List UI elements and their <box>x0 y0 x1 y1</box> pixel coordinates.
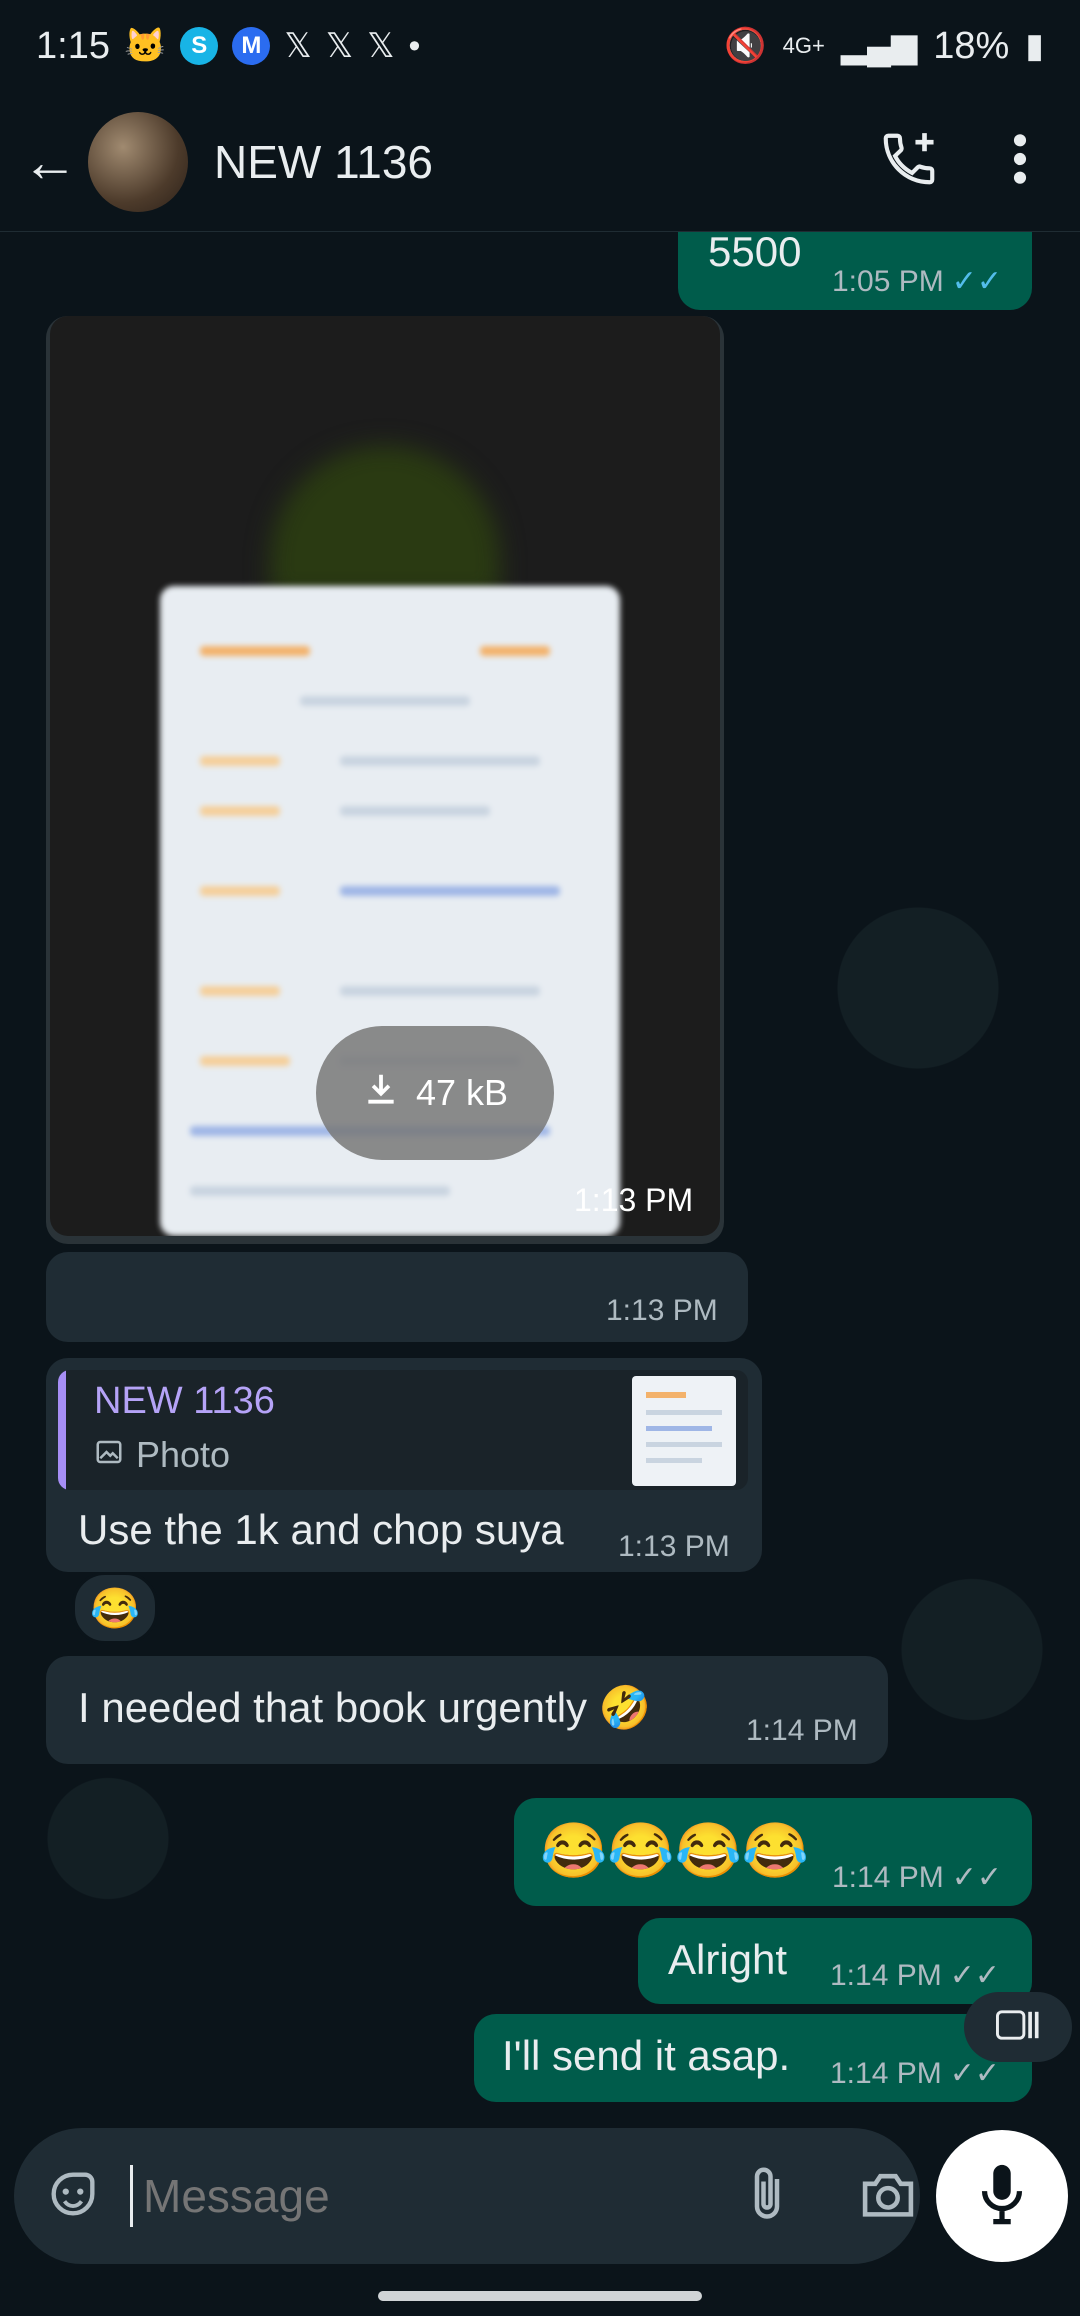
delivered-ticks-icon: ✓✓ <box>951 1861 1003 1894</box>
chat-header: ← NEW 1136 <box>0 92 1080 232</box>
message-time: 1:13 PM <box>574 1182 694 1218</box>
sticker-icon[interactable] <box>44 2165 102 2228</box>
message-bubble-outgoing[interactable]: Alright 1:14 PM ✓✓ <box>638 1918 1032 2004</box>
status-bar: 1:15 🐱 S M 𝕏 𝕏 𝕏 • 🔇 4G+ ▂▄▆ 18% ▮ <box>0 0 1080 92</box>
camera-icon[interactable] <box>857 2166 919 2227</box>
photo-icon <box>94 1434 124 1476</box>
signal-icon: ▂▄▆ <box>840 27 918 65</box>
message-time: 1:14 PM ✓✓ <box>832 1861 1003 1894</box>
blurred-image[interactable]: 47 kB <box>50 316 720 1236</box>
message-time: 1:14 PM ✓✓ <box>830 1959 1001 1992</box>
more-vert-icon[interactable] <box>1010 131 1030 192</box>
delivered-ticks-icon: ✓✓ <box>949 1959 1001 1992</box>
quoted-type: Photo <box>94 1434 230 1476</box>
message-time: 1:13 PM <box>606 1294 718 1327</box>
app-s-icon: S <box>180 27 219 65</box>
quoted-thumbnail <box>632 1376 736 1486</box>
download-icon <box>362 1070 400 1117</box>
quoted-message[interactable]: NEW 1136 Photo <box>58 1370 748 1490</box>
message-bubble-incoming[interactable]: I needed that book urgently 🤣 1:14 PM <box>46 1656 888 1764</box>
battery-label: 18% <box>933 24 1010 67</box>
contact-name[interactable]: NEW 1136 <box>214 135 433 189</box>
x-notification-icon: 𝕏 <box>284 27 312 65</box>
message-text: 😂😂😂😂 <box>540 1821 809 1881</box>
message-time: 1:14 PM ✓✓ <box>830 2057 1001 2090</box>
message-text: I needed that book urgently 🤣 <box>78 1684 652 1731</box>
message-bubble-incoming[interactable]: 1:13 PM <box>46 1252 748 1342</box>
delivered-ticks-icon: ✓✓ <box>949 2057 1001 2090</box>
message-time: 1:14 PM <box>746 1714 858 1747</box>
status-time: 1:15 <box>36 24 110 67</box>
more-notifications-dot-icon: • <box>408 26 421 65</box>
floating-view-button[interactable] <box>964 1992 1072 2062</box>
app-m-icon: M <box>232 27 271 65</box>
quote-bar <box>58 1370 66 1490</box>
message-input[interactable] <box>130 2165 743 2227</box>
mute-icon: 🔇 <box>724 27 767 65</box>
attach-icon[interactable] <box>743 2164 791 2229</box>
home-indicator[interactable] <box>378 2291 702 2301</box>
message-text: I'll send it asap. <box>502 2032 791 2079</box>
network-label: 4G+ <box>782 33 825 58</box>
battery-icon: ▮ <box>1025 27 1044 65</box>
add-call-icon[interactable] <box>878 128 940 195</box>
reply-message-bubble[interactable]: NEW 1136 Photo Use the 1k and chop suya … <box>46 1358 762 1572</box>
message-text: Alright <box>668 1936 788 1983</box>
image-detail <box>270 446 500 596</box>
message-bubble-outgoing[interactable]: I'll send it asap. 1:14 PM ✓✓ <box>474 2014 1032 2102</box>
message-bubble-outgoing[interactable]: 😂😂😂😂 1:14 PM ✓✓ <box>514 1798 1032 1906</box>
back-arrow-icon[interactable]: ← <box>22 129 78 194</box>
quoted-sender: NEW 1136 <box>94 1380 275 1422</box>
download-button[interactable]: 47 kB <box>316 1026 554 1160</box>
avatar[interactable] <box>88 111 188 212</box>
mic-icon <box>977 2162 1027 2231</box>
message-bubble-outgoing[interactable]: 5500 1:05 PM ✓✓ <box>678 232 1032 310</box>
voice-message-button[interactable] <box>936 2130 1068 2262</box>
message-time: 1:13 PM <box>618 1530 730 1563</box>
x-notification-icon: 𝕏 <box>325 27 354 65</box>
chat-messages[interactable]: 5500 1:05 PM ✓✓ 47 kB 1:13 PM 1:13 PM NE… <box>0 232 1080 2122</box>
download-size: 47 kB <box>415 1072 509 1113</box>
message-composer <box>14 2128 920 2264</box>
reaction-badge[interactable]: 😂 <box>72 1572 158 1644</box>
message-text: 5500 <box>708 232 802 275</box>
message-text: Use the 1k and chop suya <box>78 1506 564 1553</box>
x-notification-icon: 𝕏 <box>367 27 395 65</box>
message-time: 1:05 PM ✓✓ <box>832 265 1003 298</box>
app-notification-icon: 🐱 <box>123 27 167 65</box>
read-ticks-icon: ✓✓ <box>951 265 1003 298</box>
panel-icon <box>996 2009 1040 2045</box>
